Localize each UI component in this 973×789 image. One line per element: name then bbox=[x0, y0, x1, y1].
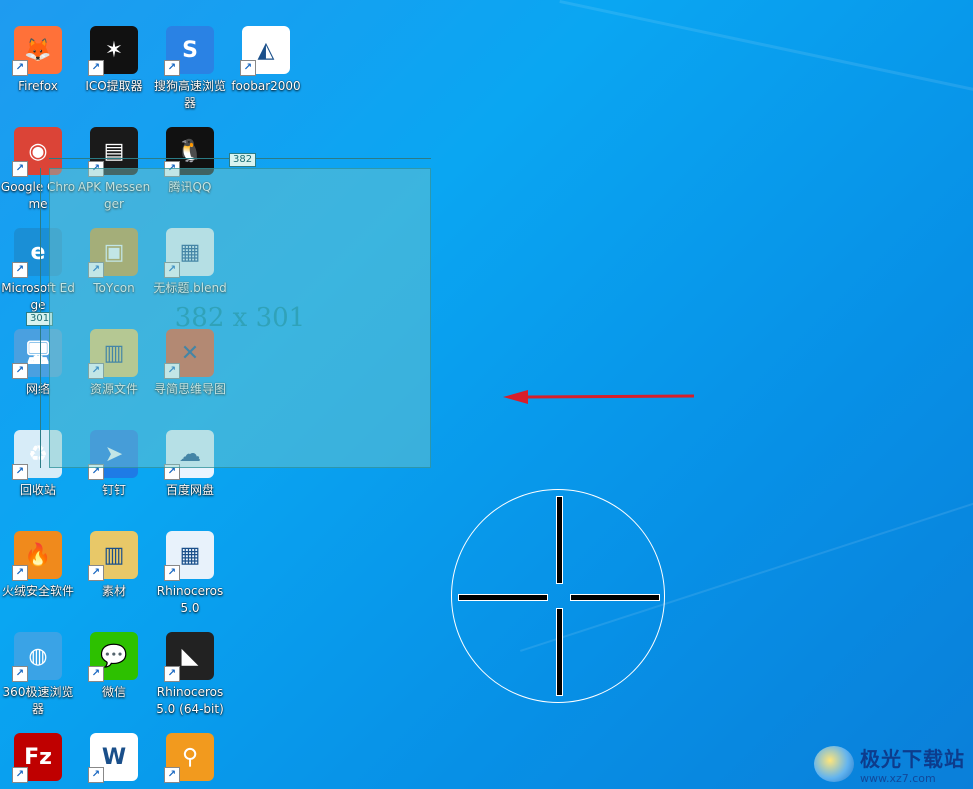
desktop-icon-label: foobar2000 bbox=[231, 79, 301, 93]
desktop-icon[interactable]: S ↗ 搜狗高速浏览器 bbox=[152, 26, 228, 112]
rhino-icon: ▦ ↗ bbox=[164, 531, 214, 581]
desktop-icon[interactable]: ◍ ↗ 360极速浏览器 bbox=[0, 632, 76, 718]
desktop-icon-label: ICO提取器 bbox=[85, 79, 143, 93]
filezilla-icon: Fz ↗ bbox=[12, 733, 62, 783]
shortcut-arrow-icon: ↗ bbox=[12, 60, 28, 76]
arrow-head bbox=[503, 390, 528, 404]
crosshair-top-bar bbox=[556, 496, 563, 584]
shortcut-arrow-icon: ↗ bbox=[12, 363, 28, 379]
watermark-title: 极光下载站 bbox=[860, 747, 965, 771]
desktop-icon[interactable]: ◣ ↗ Rhinoceros 5.0 (64-bit) bbox=[152, 632, 228, 718]
desktop-icon-label: 微信 bbox=[101, 685, 126, 699]
desktop-icon[interactable]: 🦊 ↗ Firefox bbox=[0, 26, 76, 95]
rhino64-icon: ◣ ↗ bbox=[164, 632, 214, 682]
watermark-logo-icon bbox=[814, 746, 854, 782]
wallpaper-ray bbox=[559, 0, 973, 128]
desktop-icon-label: 360极速浏览器 bbox=[2, 685, 74, 716]
crosshair-bottom-bar bbox=[556, 608, 563, 696]
crosshair-cursor bbox=[451, 489, 665, 703]
shortcut-arrow-icon: ↗ bbox=[12, 262, 28, 278]
shortcut-arrow-icon: ↗ bbox=[88, 565, 104, 581]
desktop-icon[interactable]: 💬 ↗ 微信 bbox=[76, 632, 152, 701]
desktop-icon-label: 百度网盘 bbox=[165, 483, 214, 497]
desktop-icon[interactable]: ◭ ↗ foobar2000 bbox=[228, 26, 304, 95]
arrow-shaft bbox=[524, 394, 695, 399]
desktop-icon[interactable]: Fz ↗ bbox=[0, 733, 76, 785]
watermark-url: www.xz7.com bbox=[860, 772, 936, 785]
foobar2000-icon: ◭ ↗ bbox=[240, 26, 290, 76]
search-tool-icon: ⚲ ↗ bbox=[164, 733, 214, 783]
width-badge: 382 bbox=[229, 153, 257, 167]
desktop-icon-label: Rhinoceros 5.0 bbox=[156, 584, 224, 615]
desktop-icon[interactable]: ✶ ↗ ICO提取器 bbox=[76, 26, 152, 95]
desktop-icon-label: 素材 bbox=[101, 584, 126, 598]
shortcut-arrow-icon: ↗ bbox=[12, 161, 28, 177]
shortcut-arrow-icon: ↗ bbox=[88, 767, 104, 783]
shortcut-arrow-icon: ↗ bbox=[12, 464, 28, 480]
shortcut-arrow-icon: ↗ bbox=[164, 666, 180, 682]
shortcut-arrow-icon: ↗ bbox=[164, 60, 180, 76]
selection-rectangle[interactable]: 382 x 301 bbox=[49, 168, 431, 468]
selection-size-label: 382 x 301 bbox=[174, 303, 306, 333]
shortcut-arrow-icon: ↗ bbox=[164, 565, 180, 581]
shortcut-arrow-icon: ↗ bbox=[240, 60, 256, 76]
desktop-icon-label: 搜狗高速浏览器 bbox=[153, 79, 226, 110]
folder-icon: ▥ ↗ bbox=[88, 531, 138, 581]
desktop-icon-label: 回收站 bbox=[19, 483, 56, 497]
crosshair-right-bar bbox=[570, 594, 660, 601]
crosshair-left-bar bbox=[458, 594, 548, 601]
desktop-icon[interactable]: 🔥 ↗ 火绒安全软件 bbox=[0, 531, 76, 600]
shortcut-arrow-icon: ↗ bbox=[164, 767, 180, 783]
sogou-browser-icon: S ↗ bbox=[164, 26, 214, 76]
desktop-icon-label: Firefox bbox=[18, 79, 58, 93]
wechat-icon: 💬 ↗ bbox=[88, 632, 138, 682]
desktop-icon[interactable]: ▥ ↗ 素材 bbox=[76, 531, 152, 600]
desktop-icon[interactable]: ▦ ↗ Rhinoceros 5.0 bbox=[152, 531, 228, 617]
shortcut-arrow-icon: ↗ bbox=[88, 60, 104, 76]
desktop-icon-label: 火绒安全软件 bbox=[1, 584, 74, 598]
shortcut-arrow-icon: ↗ bbox=[88, 666, 104, 682]
huorong-icon: 🔥 ↗ bbox=[12, 531, 62, 581]
shortcut-arrow-icon: ↗ bbox=[12, 565, 28, 581]
watermark: 极光下载站 www.xz7.com bbox=[814, 743, 965, 785]
shortcut-arrow-icon: ↗ bbox=[12, 666, 28, 682]
desktop-icon-label: Rhinoceros 5.0 (64-bit) bbox=[156, 685, 224, 716]
desktop-icon[interactable]: ⚲ ↗ bbox=[152, 733, 228, 785]
ico-extractor-icon: ✶ ↗ bbox=[88, 26, 138, 76]
360-browser-icon: ◍ ↗ bbox=[12, 632, 62, 682]
desktop-icon-label: 钉钉 bbox=[101, 483, 126, 497]
firefox-icon: 🦊 ↗ bbox=[12, 26, 62, 76]
shortcut-arrow-icon: ↗ bbox=[12, 767, 28, 783]
desktop-icon[interactable]: W ↗ bbox=[76, 733, 152, 785]
wps-icon: W ↗ bbox=[88, 733, 138, 783]
